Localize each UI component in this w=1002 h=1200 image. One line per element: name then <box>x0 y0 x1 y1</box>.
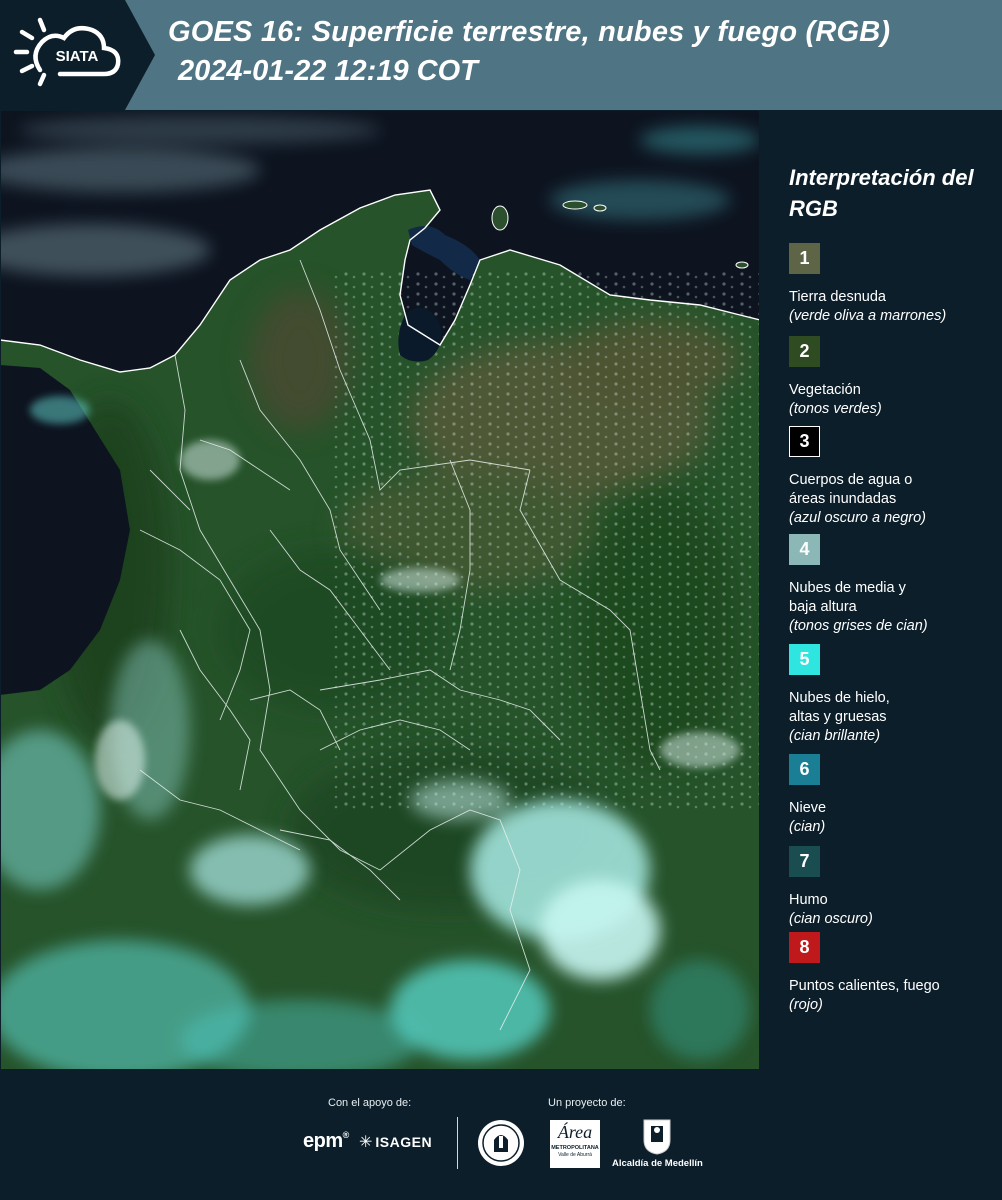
legend-description: (azul oscuro a negro) <box>789 510 927 526</box>
legend-label: Nieve <box>789 800 827 816</box>
isagen-logo: ✳ ISAGEN <box>359 1134 433 1151</box>
support-caption: Con el apoyo de: <box>328 1097 412 1109</box>
legend-item: 4 Nubes de media y baja altura (tonos gris… <box>789 534 1001 636</box>
legend-swatch: 7 <box>789 846 820 877</box>
legend-panel: Interpretación del RGB 1 Tierra desnuda (v… <box>775 110 1002 1070</box>
header-bar: SIATA GOES 16: Superficie terrestre, nub… <box>0 0 1002 110</box>
satellite-map <box>0 110 760 1070</box>
legend-item: 5 Nubes de hielo, altas y gruesas (cian br… <box>789 644 1001 746</box>
page-title: GOES 16: Superficie terrestre, nubes y f… <box>168 16 891 48</box>
legend-label: Vegetación <box>789 382 861 398</box>
legend-swatch: 5 <box>789 644 820 675</box>
alcaldia-logo-text: Alcaldía de Medellín <box>612 1158 703 1169</box>
project-caption: Un proyecto de: <box>548 1097 626 1109</box>
isagen-mark-icon: ✳ <box>359 1134 373 1151</box>
legend-label: Puntos calientes, fuego <box>789 978 940 994</box>
siata-logo-tab: SIATA <box>0 0 155 110</box>
legend-swatch: 6 <box>789 754 820 785</box>
legend-description: (cian brillante) <box>789 728 881 744</box>
legend-description: (verde oliva a marrones) <box>789 308 947 324</box>
cumulus-texture <box>330 270 760 810</box>
legend-label: Tierra desnuda <box>789 289 886 305</box>
legend-swatch: 2 <box>789 336 820 367</box>
footer-divider <box>457 1117 458 1169</box>
legend-title: Interpretación del RGB <box>789 165 974 221</box>
medellin-coat-of-arms-icon <box>643 1119 671 1155</box>
legend-swatch: 8 <box>789 932 820 963</box>
legend-item: 1 Tierra desnuda (verde oliva a marrones) <box>789 243 1001 326</box>
legend-swatch: 4 <box>789 534 820 565</box>
legend-description: (tonos verdes) <box>789 401 882 417</box>
legend-item: 3 Cuerpos de agua o áreas inundadas (azul … <box>789 426 1001 528</box>
medellin-seal-icon <box>478 1120 524 1166</box>
legend-item: 7 Humo (cian oscuro) <box>789 846 1001 929</box>
legend-swatch: 3 <box>789 426 820 457</box>
legend-description: (cian) <box>789 819 826 835</box>
legend-description: (rojo) <box>789 997 823 1013</box>
legend-description: (cian oscuro) <box>789 911 873 927</box>
legend-item: 6 Nieve (cian) <box>789 754 1001 837</box>
legend-item: 8 Puntos calientes, fuego (rojo) <box>789 932 1001 1015</box>
siata-logo-text: SIATA <box>56 48 99 65</box>
area-metropolitana-logo: Área METROPOLITANA Valle de Aburrá <box>550 1120 600 1168</box>
legend-item: 2 Vegetación (tonos verdes) <box>789 336 1001 419</box>
legend-label: Nubes de media y baja altura <box>789 580 906 615</box>
legend-description: (tonos grises de cian) <box>789 618 928 634</box>
footer: Con el apoyo de: Un proyecto de: epm® ✳ … <box>0 1070 1002 1200</box>
epm-logo: epm® <box>303 1130 349 1152</box>
legend-label: Cuerpos de agua o áreas inundadas <box>789 472 913 507</box>
legend-label: Humo <box>789 892 828 908</box>
legend-label: Nubes de hielo, altas y gruesas <box>789 690 890 725</box>
legend-swatch: 1 <box>789 243 820 274</box>
image-timestamp: 2024-01-22 12:19 COT <box>178 55 478 87</box>
